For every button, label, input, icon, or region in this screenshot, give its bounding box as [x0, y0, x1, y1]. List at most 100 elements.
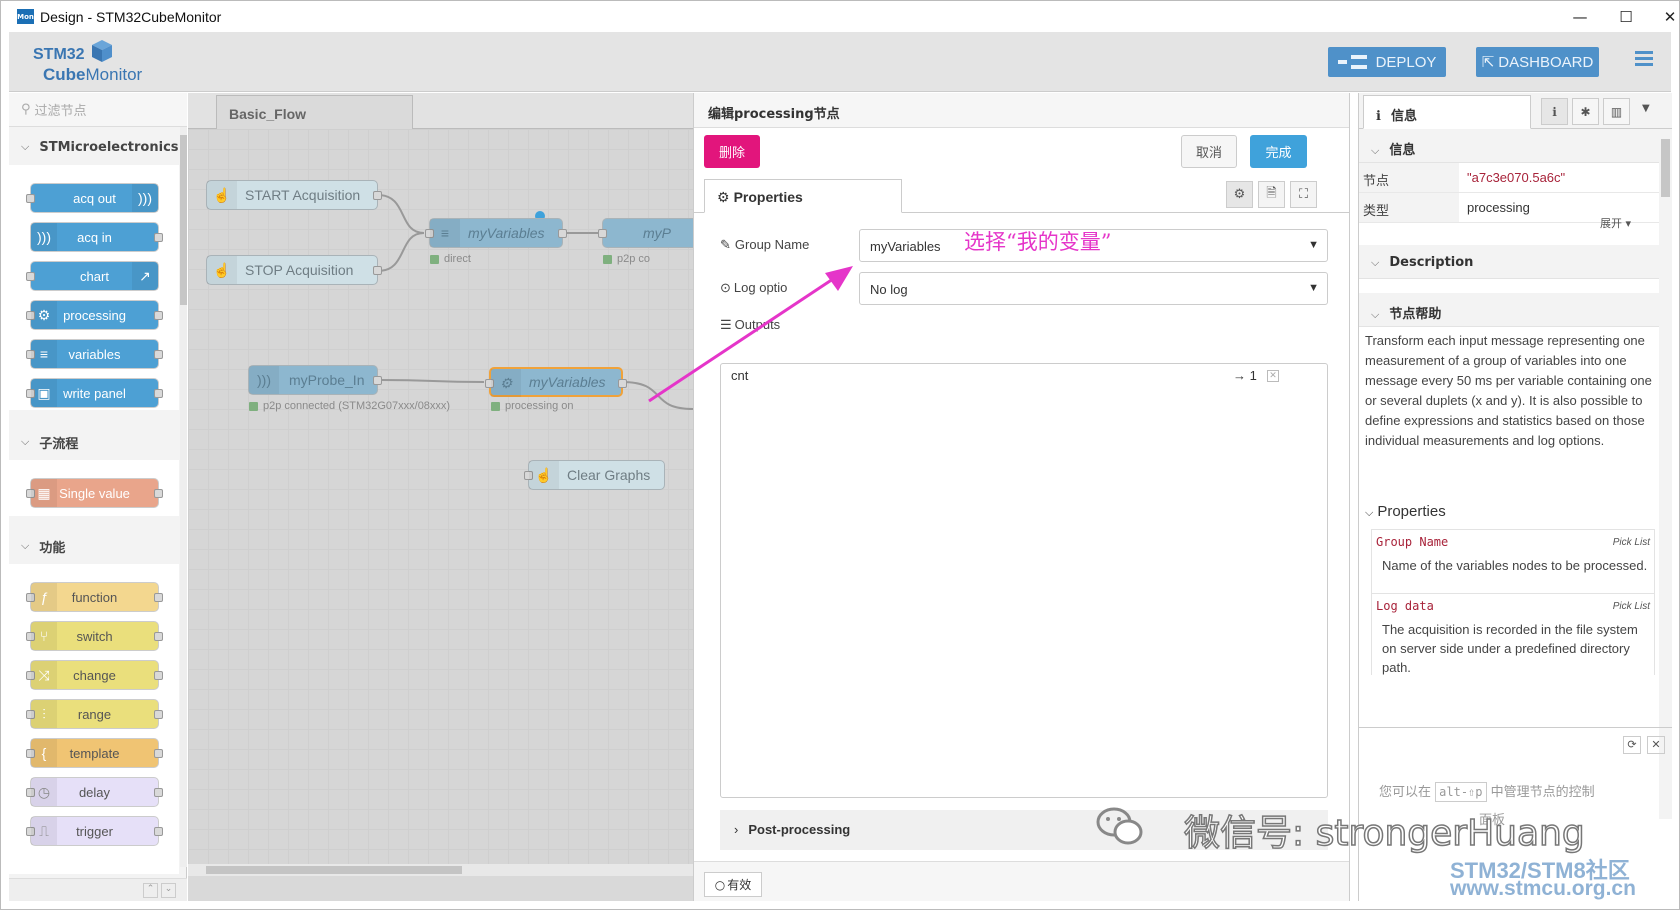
menu-hamburger-icon[interactable] — [1635, 51, 1653, 67]
category-label: 子流程 — [39, 436, 79, 452]
hand-pointer-icon: ☝ — [207, 256, 237, 284]
editor-title: 编辑processing节点 — [694, 93, 1349, 128]
palette-node-delay[interactable]: ◷ delay — [26, 777, 163, 807]
flow-node-stop-acquisition[interactable]: ☝ STOP Acquisition — [206, 255, 382, 285]
select-value: myVariables — [870, 239, 941, 254]
delete-button[interactable]: 删除 — [704, 135, 760, 168]
palette-node-trigger[interactable]: ⎍ trigger — [26, 816, 163, 846]
palette-filter-input[interactable]: ⚲ 过滤节点 — [9, 93, 187, 127]
list-icon: ≡ — [430, 219, 460, 247]
output-port — [154, 788, 163, 797]
function-icon: ƒ — [31, 583, 57, 611]
tip-text: 中管理节点的控制 — [1490, 785, 1595, 800]
palette-node-switch[interactable]: ⑂ switch — [26, 621, 163, 651]
cancel-button[interactable]: 取消 — [1181, 135, 1237, 168]
flow-node-start-acquisition[interactable]: ☝ START Acquisition — [206, 180, 382, 210]
close-icon[interactable]: ✕ — [1647, 736, 1665, 754]
palette-category-subflow[interactable]: ⌵ 子流程 — [9, 424, 177, 460]
node-label: START Acquisition — [245, 187, 361, 203]
palette-node-chart[interactable]: chart ↗ — [26, 261, 159, 291]
annotation-arrow — [648, 266, 853, 403]
palette-node-range[interactable]: ⫶ range — [26, 699, 163, 729]
tab-info[interactable]: ℹ 信息 — [1363, 95, 1531, 129]
expand-all-icon[interactable]: ⌄ — [161, 883, 176, 898]
panel-icon: ▣ — [31, 379, 57, 407]
app-window: Mon Design - STM32CubeMonitor — ☐ ✕ STM3… — [0, 0, 1680, 910]
status-text: p2p connected (STM32G07xxx/08xxx) — [263, 400, 451, 412]
node-label: acq out — [73, 190, 116, 206]
tab-basic-flow[interactable]: Basic_Flow — [216, 95, 413, 129]
palette-node-variables[interactable]: ≡ variables — [26, 339, 163, 369]
palette-node-single-value[interactable]: ▦ Single value — [26, 478, 163, 508]
appearance-frame-icon[interactable]: ⛶ — [1290, 181, 1317, 208]
collapse-all-icon[interactable]: ⌃ — [143, 883, 158, 898]
output-port — [373, 376, 382, 385]
scrollbar-thumb[interactable] — [206, 866, 462, 874]
chevron-down-icon[interactable]: ▼ — [1642, 103, 1650, 114]
section-node-help[interactable]: ⌵ 节点帮助 — [1359, 293, 1659, 327]
search-icon: ⚲ — [21, 102, 31, 117]
debug-bug-icon[interactable]: ✱ — [1572, 98, 1599, 125]
flow-grid[interactable]: ☝ START Acquisition ☝ STOP Acquisition ≡… — [188, 129, 693, 864]
tab-properties[interactable]: ⚙ Properties — [704, 179, 902, 213]
remove-output-icon[interactable]: ✕ — [1267, 370, 1279, 382]
dashboard-button[interactable]: ⇱ DASHBOARD — [1476, 47, 1599, 77]
done-button[interactable]: 完成 — [1250, 135, 1307, 168]
palette-node-function[interactable]: ƒ function — [26, 582, 163, 612]
editor-tabs: ⚙ Properties ⚙ 🗎 ⛶ — [694, 177, 1349, 213]
close-window-button[interactable]: ✕ — [1647, 1, 1680, 32]
chart-bars-icon[interactable]: ▥ — [1603, 98, 1630, 125]
node-palette: ⚲ 过滤节点 ⌵ STMicroelectronics acq out))) )))… — [9, 93, 187, 901]
input-port — [598, 229, 607, 238]
palette-node-template[interactable]: {template — [26, 738, 163, 768]
signal-out-icon: ))) — [132, 184, 158, 212]
palette-node-processing[interactable]: ⚙ processing — [26, 300, 163, 330]
palette-scrollbar[interactable] — [180, 127, 187, 867]
maximize-button[interactable]: ☐ — [1603, 1, 1649, 32]
output-port — [154, 311, 163, 320]
logo-cube-text: Cube — [43, 65, 86, 84]
description-doc-icon[interactable]: 🗎 — [1258, 181, 1285, 208]
canvas-horizontal-scrollbar[interactable] — [188, 864, 693, 876]
settings-gear-icon[interactable]: ⚙ — [1226, 181, 1253, 208]
scrollbar-thumb[interactable] — [180, 135, 187, 305]
flow-node-myprobe-in[interactable]: ))) myProbe_In — [248, 365, 382, 395]
external-link-icon: ⇱ — [1481, 54, 1495, 71]
braces-icon: { — [31, 739, 57, 767]
expand-link[interactable]: 展开 ▾ — [1600, 215, 1631, 231]
status-text: direct — [444, 253, 471, 265]
flow-node-processing-selected[interactable]: ⚙ myVariables — [485, 367, 627, 397]
log-option-select[interactable]: No log ▼ — [859, 272, 1328, 305]
section-info[interactable]: ⌵ 信息 — [1359, 129, 1659, 163]
flow-node-myp-partial[interactable]: myP — [598, 218, 693, 248]
scrollbar-thumb[interactable] — [1661, 139, 1670, 197]
caret-down-icon: ▼ — [1308, 239, 1319, 251]
minimize-button[interactable]: — — [1557, 1, 1603, 32]
palette-node-write-panel[interactable]: ▣ write panel — [26, 378, 163, 408]
keyboard-shortcut: alt-⇧p — [1435, 782, 1487, 802]
info-icon[interactable]: ℹ — [1541, 98, 1568, 125]
switch-icon: ⑂ — [31, 622, 57, 650]
flow-node-clear-graphs[interactable]: ☝ Clear Graphs — [524, 460, 665, 490]
group-name-select[interactable]: myVariables 选择“我的变量” ▼ — [859, 229, 1328, 262]
flow-node-myvariables-1[interactable]: ≡ myVariables — [425, 218, 567, 248]
palette-node-acq-out[interactable]: acq out))) — [26, 183, 159, 213]
sidebar-scrollbar[interactable] — [1659, 129, 1672, 819]
chevron-down-icon: ⌵ — [21, 539, 30, 552]
status-dot — [430, 254, 439, 264]
refresh-icon[interactable]: ⟳ — [1623, 736, 1641, 754]
chart-icon: ↗ — [132, 262, 158, 290]
valid-toggle-button[interactable]: ○ 有效 — [704, 872, 762, 897]
help-prop-log-data: Log data Pick List The acquisition is re… — [1371, 593, 1655, 675]
deploy-button[interactable]: DEPLOY — [1328, 47, 1446, 77]
section-description[interactable]: ⌵ Description — [1359, 245, 1659, 279]
output-port — [618, 379, 627, 388]
tag-icon: ✎ — [720, 237, 731, 252]
info-row-node: 节点 "a7c3e070.5a6c" — [1359, 163, 1659, 193]
palette-node-change[interactable]: ⤨ change — [26, 660, 163, 690]
palette-category-stmicro[interactable]: ⌵ STMicroelectronics — [9, 129, 179, 165]
palette-node-acq-in[interactable]: ))) acq in — [30, 222, 163, 252]
palette-category-function[interactable]: ⌵ 功能 — [9, 528, 177, 564]
flow-canvas[interactable]: Basic_Flow ☝ START Acquisition ☝ STOP Ac… — [188, 93, 693, 901]
help-prop-group-name: Group Name Pick List Name of the variabl… — [1371, 529, 1655, 593]
